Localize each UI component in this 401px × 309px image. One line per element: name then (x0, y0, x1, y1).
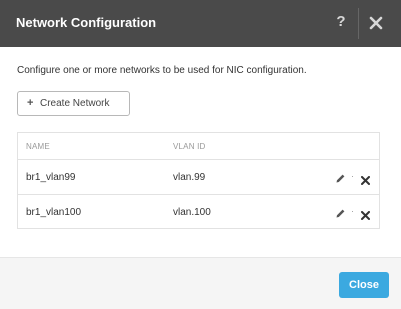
dialog-title: Network Configuration (16, 15, 157, 30)
action-separator: · (351, 206, 354, 216)
pencil-icon[interactable] (335, 206, 346, 218)
create-network-label: Create Network (40, 98, 110, 109)
dialog-footer: Close (0, 257, 401, 309)
network-name-cell: br1_vlan100 (26, 207, 82, 218)
column-header-vlan-id: VLAN ID (173, 142, 206, 151)
help-icon[interactable]: ? (334, 13, 348, 31)
x-icon[interactable] (361, 207, 370, 220)
dialog-header: Network Configuration ? (0, 0, 401, 47)
table-row: br1_vlan100 vlan.100 · (18, 195, 379, 230)
column-header-name: NAME (26, 142, 50, 151)
network-name-cell: br1_vlan99 (26, 172, 76, 183)
close-button[interactable]: Close (339, 272, 389, 298)
pencil-icon[interactable] (335, 171, 346, 183)
network-configuration-dialog: Network Configuration ? Configure one or… (0, 0, 401, 309)
table-header: NAME VLAN ID (18, 133, 379, 160)
plus-icon: + (27, 97, 34, 109)
vlan-id-cell: vlan.100 (173, 207, 211, 218)
table-row: br1_vlan99 vlan.99 · (18, 160, 379, 195)
close-icon[interactable] (369, 16, 383, 30)
x-icon[interactable] (361, 172, 370, 185)
action-separator: · (351, 171, 354, 181)
header-divider (358, 8, 359, 39)
dialog-description: Configure one or more networks to be use… (17, 65, 307, 76)
create-network-button[interactable]: + Create Network (17, 91, 130, 116)
networks-table: NAME VLAN ID br1_vlan99 vlan.99 · br1_vl… (17, 132, 380, 229)
vlan-id-cell: vlan.99 (173, 172, 206, 183)
dialog-body: Configure one or more networks to be use… (0, 47, 401, 257)
